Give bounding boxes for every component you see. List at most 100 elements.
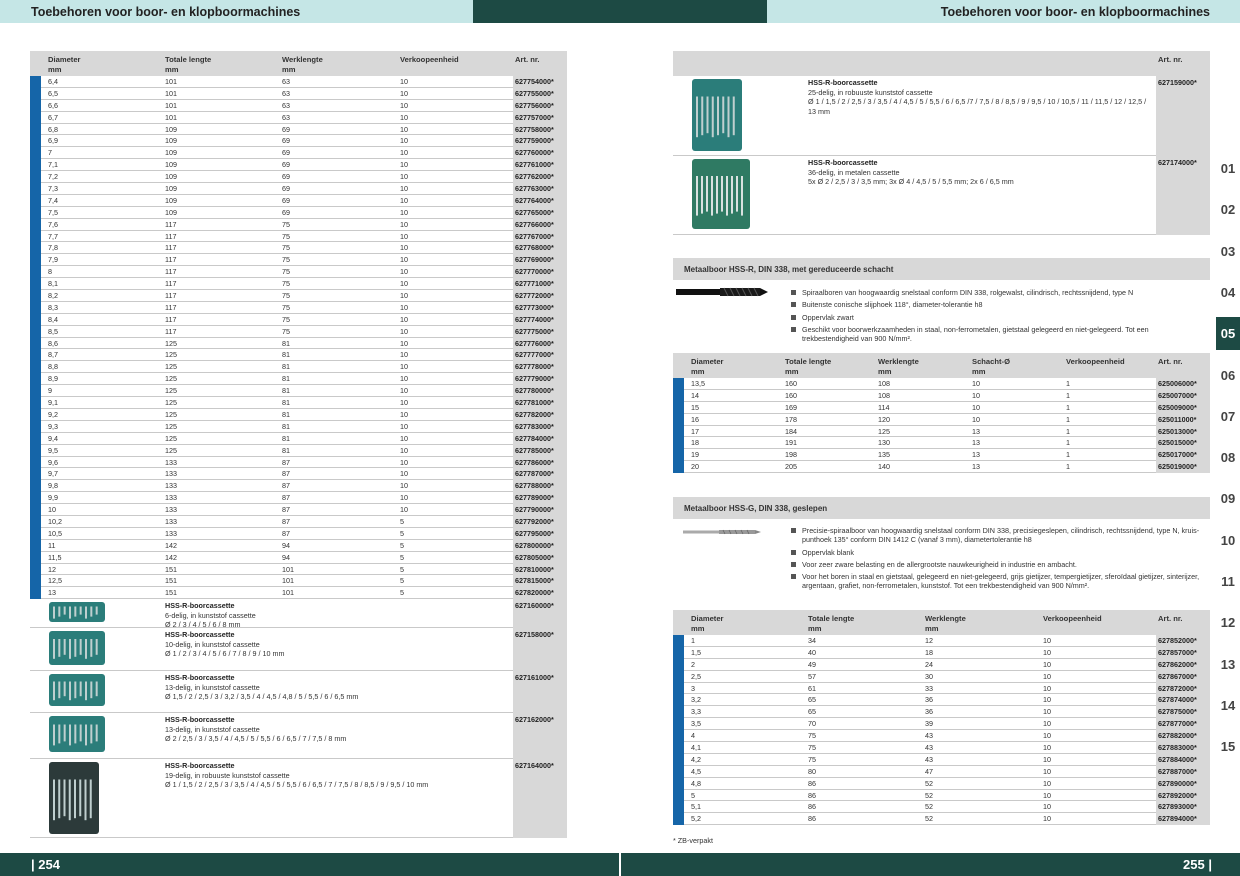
chapter-tab-01[interactable]: 01 (1216, 152, 1240, 185)
art-nr-cell: 625007000* (1156, 389, 1210, 402)
chapter-tab-09[interactable]: 09 (1216, 482, 1240, 515)
table-cell: 8,3 (48, 302, 58, 312)
table-cell: 160 (785, 379, 797, 388)
row-marker (30, 397, 41, 409)
table-cell: 8,1 (48, 279, 58, 289)
table-cell: 24 (925, 659, 933, 669)
table-cell: 10 (400, 505, 408, 515)
left-page-title: Toebehoren voor boor- en klopboormachine… (31, 5, 301, 19)
art-nr-cell: 627765000* (513, 206, 567, 219)
row-marker (673, 789, 684, 802)
chapter-tab-14[interactable]: 14 (1216, 689, 1240, 722)
chapter-tab-10[interactable]: 10 (1216, 524, 1240, 557)
footnote: * ZB-verpakt (673, 836, 713, 845)
row-marker (673, 730, 684, 743)
art-nr: 627772000* (515, 291, 554, 301)
art-nr: 627758000* (515, 124, 554, 134)
chapter-tab-15[interactable]: 15 (1216, 730, 1240, 763)
art-nr: 627776000* (515, 338, 554, 348)
table-row: 8 117 75 10 627770000* (30, 266, 567, 279)
cassette-row: HSS-R-boorcassette 25-delig, in robuuste … (673, 76, 1210, 156)
table-cell: 57 (808, 671, 816, 681)
table-cell: 4,5 (691, 766, 701, 776)
table-cell: 8,5 (48, 326, 58, 336)
chapter-tab-03[interactable]: 03 (1216, 235, 1240, 268)
art-nr: 627788000* (515, 481, 554, 491)
art-nr-cell: 627759000* (513, 135, 567, 148)
table-cell: 9,6 (48, 457, 58, 467)
chapter-tab-02[interactable]: 02 (1216, 193, 1240, 226)
table-row: 6,6 101 63 10 627756000* (30, 99, 567, 112)
table-cell: 5,1 (691, 802, 701, 812)
table-row: 10,5 133 87 5 627795000* (30, 527, 567, 540)
table-cell: 4,2 (691, 754, 701, 764)
table-cell: 5 (400, 516, 404, 526)
table-cell: 10 (400, 481, 408, 491)
cassette-line: 13 mm (808, 106, 830, 116)
table-cell: 1,5 (691, 647, 701, 657)
drill-cassette-image (49, 762, 99, 835)
section-hss-r-bullets: Spiraalboren van hoogwaardig snelstaal c… (791, 288, 1201, 346)
table-cell: 1 (1066, 390, 1070, 400)
art-nr-cell: 627784000* (513, 432, 567, 445)
table-cell: 4 (691, 731, 695, 741)
hss-r-table: Diameter mm Totale lengte mm Werklengte mm Sch… (673, 353, 1210, 474)
table-row: 4,5 80 47 10 627887000* (673, 765, 1210, 778)
art-nr: 627862000* (1158, 659, 1197, 669)
row-marker (30, 76, 41, 88)
art-nr: 627777000* (515, 350, 554, 360)
chapter-tab-05[interactable]: 05 (1216, 317, 1240, 351)
cassette-title: HSS-R-boorcassette (808, 78, 878, 87)
chapter-tab-08[interactable]: 08 (1216, 441, 1240, 474)
table-cell: 10 (1043, 743, 1051, 753)
cassette-line: Ø 1,5 / 2 / 2,5 / 3 / 3,2 / 3,5 / 4 / 4,… (165, 692, 359, 702)
table-row: 9,8 133 87 10 627788000* (30, 480, 567, 493)
cassette-line: 25-delig, in robuuste kunststof cassette (808, 87, 933, 97)
art-nr: 627894000* (1158, 814, 1197, 824)
chapter-tab-13[interactable]: 13 (1216, 648, 1240, 681)
row-marker (673, 449, 684, 462)
chapter-tab-07[interactable]: 07 (1216, 400, 1240, 433)
art-nr: 627786000* (515, 457, 554, 467)
art-nr-cell: 627857000* (1156, 646, 1210, 659)
table-cell: 7,2 (48, 172, 58, 182)
table-cell: 75 (282, 255, 290, 265)
left-drill-table: Diameter mm Totale lengte mm Werklengte mm Ver… (30, 51, 567, 839)
cassette-row: HSS-R-boorcassette 36-delig, in metalen c… (673, 156, 1210, 235)
row-marker (673, 765, 684, 778)
art-nr-cell: 627770000* (513, 266, 567, 279)
art-nr: 627773000* (515, 302, 554, 312)
chapter-tab-12[interactable]: 12 (1216, 606, 1240, 639)
art-nr: 627892000* (1158, 790, 1197, 800)
table-cell: 10 (1043, 719, 1051, 729)
table-cell: 125 (165, 374, 177, 384)
table-cell: 133 (165, 528, 177, 538)
table-cell: 5 (400, 564, 404, 574)
art-nr-cell: 627755000* (513, 87, 567, 100)
table-row: 7 109 69 10 627760000* (30, 147, 567, 160)
chapter-tab-06[interactable]: 06 (1216, 359, 1240, 392)
art-nr-cell: 627779000* (513, 373, 567, 386)
table-cell: 205 (785, 462, 797, 472)
chapter-tab-11[interactable]: 11 (1216, 565, 1240, 598)
table-cell: 140 (878, 462, 890, 472)
art-nr: 627765000* (515, 207, 554, 217)
art-nr-cell: 627785000* (513, 444, 567, 457)
table-row: 9,9 133 87 10 627789000* (30, 492, 567, 505)
chapter-tab-04[interactable]: 04 (1216, 276, 1240, 309)
left-page-number: | 254 (31, 857, 60, 872)
art-nr-cell: 627894000* (1156, 813, 1210, 826)
table-cell: 109 (165, 148, 177, 158)
drill-cassette-image (49, 674, 105, 707)
table-cell: 133 (165, 457, 177, 467)
art-nr: 627775000* (515, 326, 554, 336)
art-nr: 627762000* (515, 172, 554, 182)
cassette-line: Ø 1 / 1,5 / 2 / 2,5 / 3 / 3,5 / 4 / 4,5 … (808, 97, 1147, 106)
art-nr-cell: 627159000* (1156, 76, 1210, 156)
art-nr: 627810000* (515, 564, 554, 574)
table-cell: 133 (165, 481, 177, 491)
table-cell: 133 (165, 516, 177, 526)
column-header: Verkoopeenheid (1043, 614, 1102, 623)
bullet-item: Voor zeer zware belasting en de allergro… (791, 560, 1201, 569)
table-cell: 10 (48, 505, 56, 515)
